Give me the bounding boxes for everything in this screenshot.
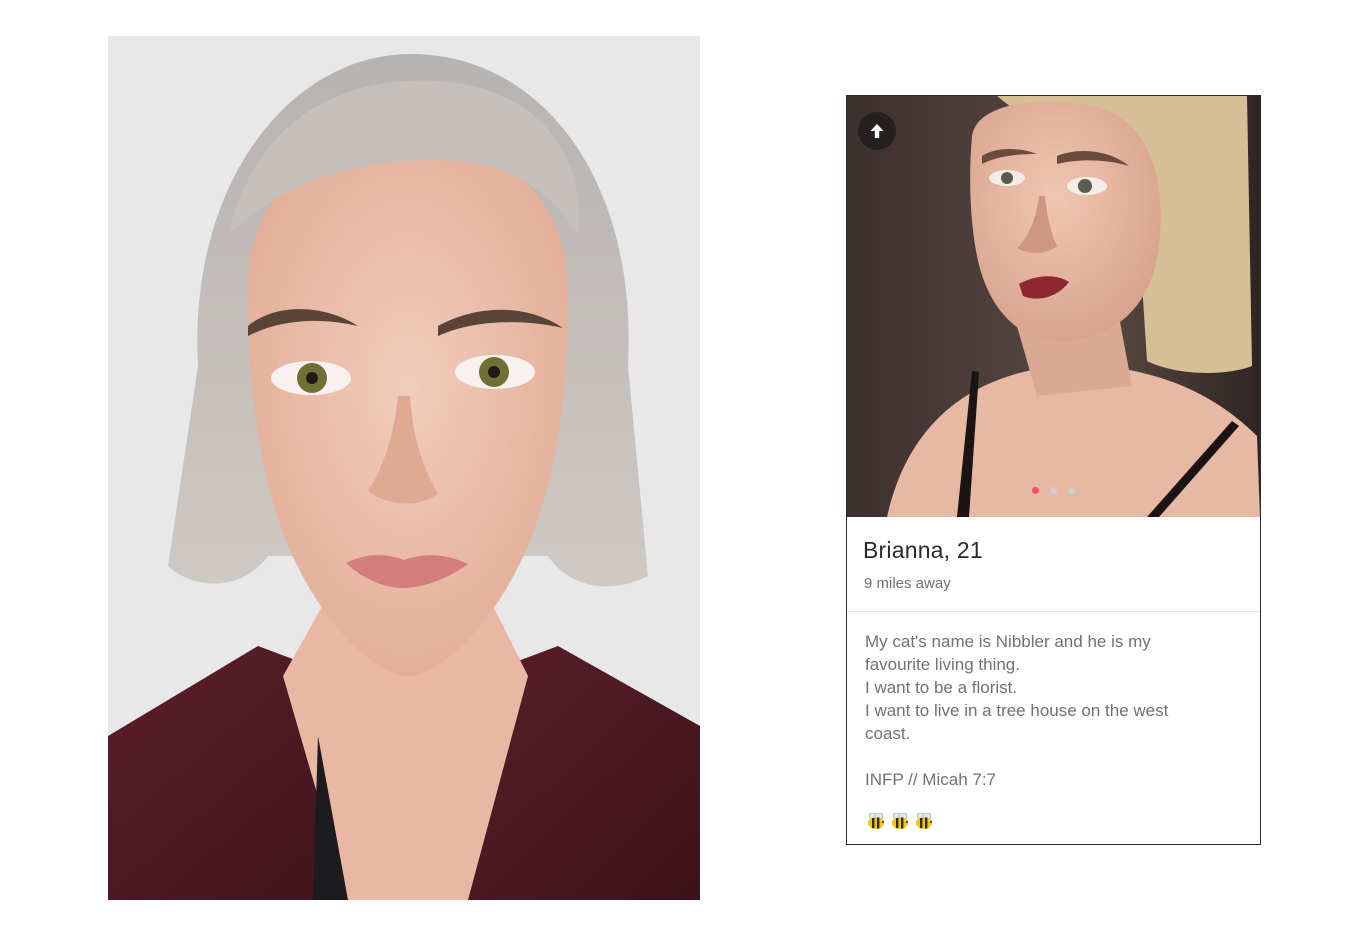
profile-name-age: Brianna, 21 (863, 537, 983, 563)
portrait-photo (108, 36, 700, 900)
info-divider (847, 611, 1260, 612)
bio-line: I want to live in a tree house on the we… (865, 701, 1169, 720)
profile-photo[interactable] (847, 96, 1260, 517)
bio-line: favourite living thing. (865, 655, 1020, 674)
bee-icon (892, 812, 908, 829)
selfie-illustration (847, 96, 1260, 517)
portrait-illustration (108, 36, 700, 900)
profile-card[interactable]: Brianna, 21 9 miles away My cat's name i… (846, 95, 1261, 845)
bee-icon (916, 812, 932, 829)
photo-pagination (847, 487, 1260, 494)
emoji-row (865, 810, 935, 832)
photo-dot-3[interactable] (1068, 487, 1075, 494)
profile-bio: My cat's name is Nibbler and he is my fa… (865, 630, 1235, 791)
boost-button[interactable] (858, 112, 896, 150)
photo-dot-2[interactable] (1050, 487, 1057, 494)
bio-line: I want to be a florist. (865, 678, 1018, 697)
bee-icon (868, 812, 884, 829)
profile-distance: 9 miles away (864, 575, 951, 592)
photo-dot-1[interactable] (1032, 487, 1039, 494)
bio-tag: INFP // Micah 7:7 (865, 770, 997, 789)
bio-line: My cat's name is Nibbler and he is my (865, 632, 1151, 651)
bio-line: coast. (865, 724, 911, 743)
arrow-up-icon (870, 124, 884, 138)
bio-spacer (865, 745, 1235, 768)
